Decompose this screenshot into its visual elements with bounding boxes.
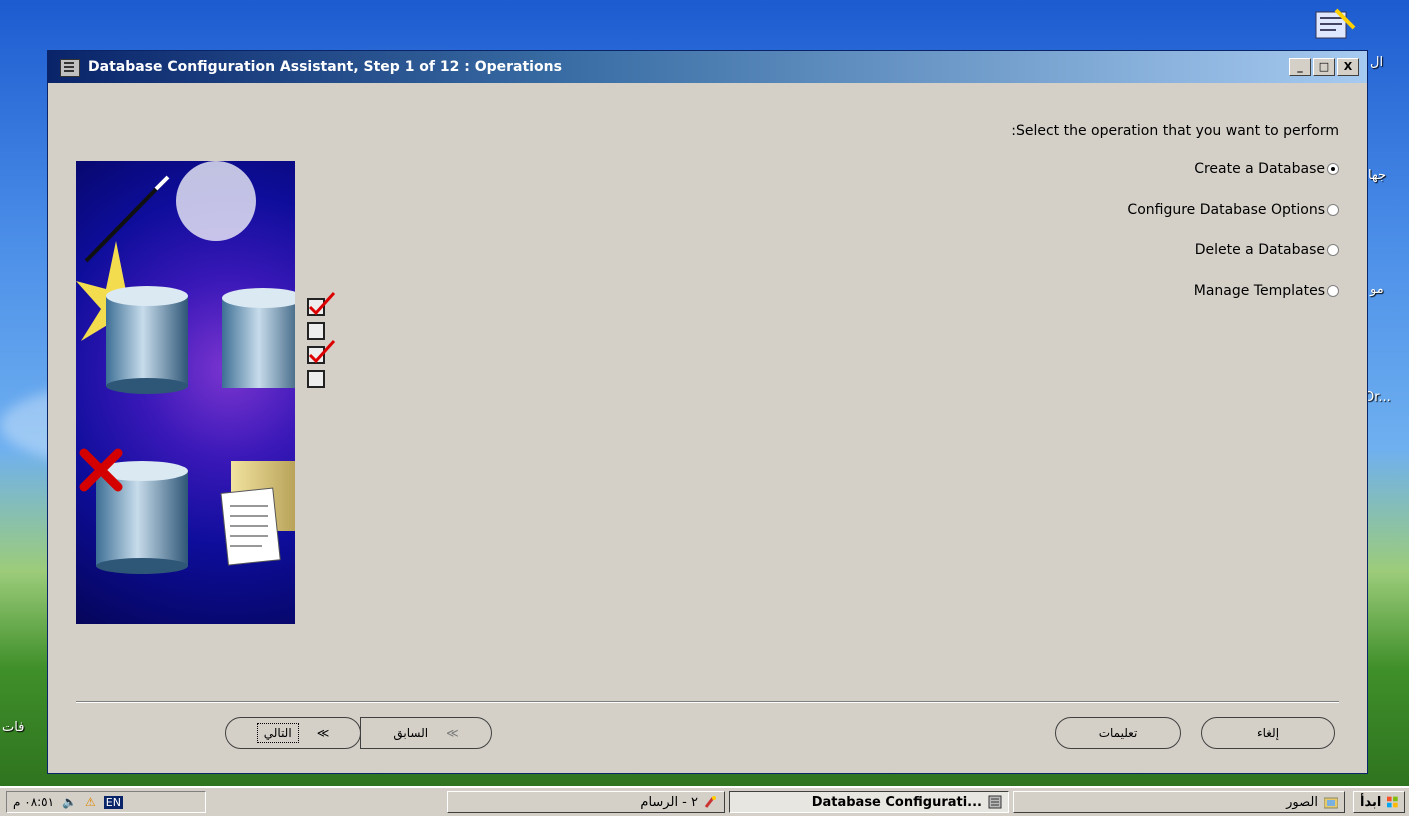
option-configure-database[interactable]: Configure Database Options	[1127, 202, 1339, 218]
desktop-icon-label[interactable]: فات	[2, 720, 24, 735]
database-app-icon	[988, 795, 1002, 809]
taskbar-item-pictures[interactable]: الصور	[1013, 791, 1345, 813]
taskbar-item-dbca[interactable]: Database Configurati...	[729, 791, 1009, 813]
option-manage-templates[interactable]: Manage Templates	[1194, 283, 1339, 299]
desktop-document-icon[interactable]	[1306, 8, 1362, 44]
volume-icon[interactable]: 🔈	[62, 795, 77, 809]
button-separator	[76, 701, 1339, 703]
maximize-button[interactable]: □	[1313, 58, 1335, 76]
option-label: Manage Templates	[1193, 283, 1325, 299]
windows-logo-icon	[1387, 796, 1398, 808]
language-indicator[interactable]: EN	[103, 795, 123, 809]
radio-create-database[interactable]	[1327, 163, 1339, 175]
taskbar-item-label: ٢ - الرسام	[640, 794, 698, 810]
window-title: Database Configuration Assistant, Step 1…	[88, 59, 562, 75]
close-button[interactable]: X	[1337, 58, 1359, 76]
network-warning-icon[interactable]: ⚠	[85, 795, 96, 809]
desktop-icon-label[interactable]: مو	[1370, 282, 1384, 297]
taskbar-item-label: Database Configurati...	[811, 794, 982, 810]
magic-wand-icon	[84, 177, 168, 263]
cancel-button[interactable]: إلغاء	[1201, 717, 1335, 749]
dbca-window: Database Configuration Assistant, Step 1…	[47, 50, 1368, 774]
option-label: Configure Database Options	[1127, 202, 1325, 218]
window-controls: _ □ X	[1289, 58, 1359, 76]
taskbar-item-label: الصور	[1286, 794, 1318, 810]
option-delete-database[interactable]: Delete a Database	[1195, 242, 1339, 258]
wizard-banner-image	[76, 161, 295, 624]
back-button[interactable]: السابق ≪	[360, 717, 492, 749]
start-button[interactable]: ابدأ	[1353, 791, 1405, 813]
option-label: Create a Database	[1194, 161, 1325, 177]
start-label: ابدأ	[1360, 794, 1382, 810]
database-app-icon	[60, 59, 80, 77]
next-label: التالي	[256, 723, 299, 743]
help-button[interactable]: تعليمات	[1055, 717, 1181, 749]
pictures-folder-icon	[1324, 797, 1338, 809]
taskbar-item-paint[interactable]: ٢ - الرسام	[447, 791, 725, 813]
chevron-left-icon: ≪	[316, 726, 330, 740]
clock[interactable]: ٠٨:٥١ م	[13, 795, 54, 809]
radio-manage-templates[interactable]	[1327, 285, 1339, 297]
desktop-icon-label[interactable]: جها	[1368, 168, 1386, 183]
radio-delete-database[interactable]	[1327, 244, 1339, 256]
desktop-icon-label[interactable]: ال	[1370, 55, 1383, 70]
back-label: السابق	[393, 726, 429, 740]
next-button[interactable]: التالي ≪	[225, 717, 361, 749]
taskbar: ابدأ الصور Database Configurati... ٢ - ا…	[0, 786, 1409, 816]
operation-prompt: :Select the operation that you want to p…	[1011, 123, 1339, 139]
option-create-database[interactable]: Create a Database	[1194, 161, 1339, 177]
sparkle-glow	[176, 161, 256, 241]
radio-configure-database[interactable]	[1327, 204, 1339, 216]
checklist-icon	[307, 291, 336, 388]
title-bar[interactable]: Database Configuration Assistant, Step 1…	[48, 51, 1367, 83]
chevron-left-icon: ≪	[446, 726, 459, 740]
paint-icon	[704, 796, 716, 808]
option-label: Delete a Database	[1194, 242, 1325, 258]
wizard-illustration	[76, 161, 295, 574]
desktop-icon-label[interactable]: Or...	[1364, 390, 1391, 405]
minimize-button[interactable]: _	[1289, 58, 1311, 76]
system-tray: ٠٨:٥١ م 🔈 ⚠ EN	[6, 791, 206, 813]
